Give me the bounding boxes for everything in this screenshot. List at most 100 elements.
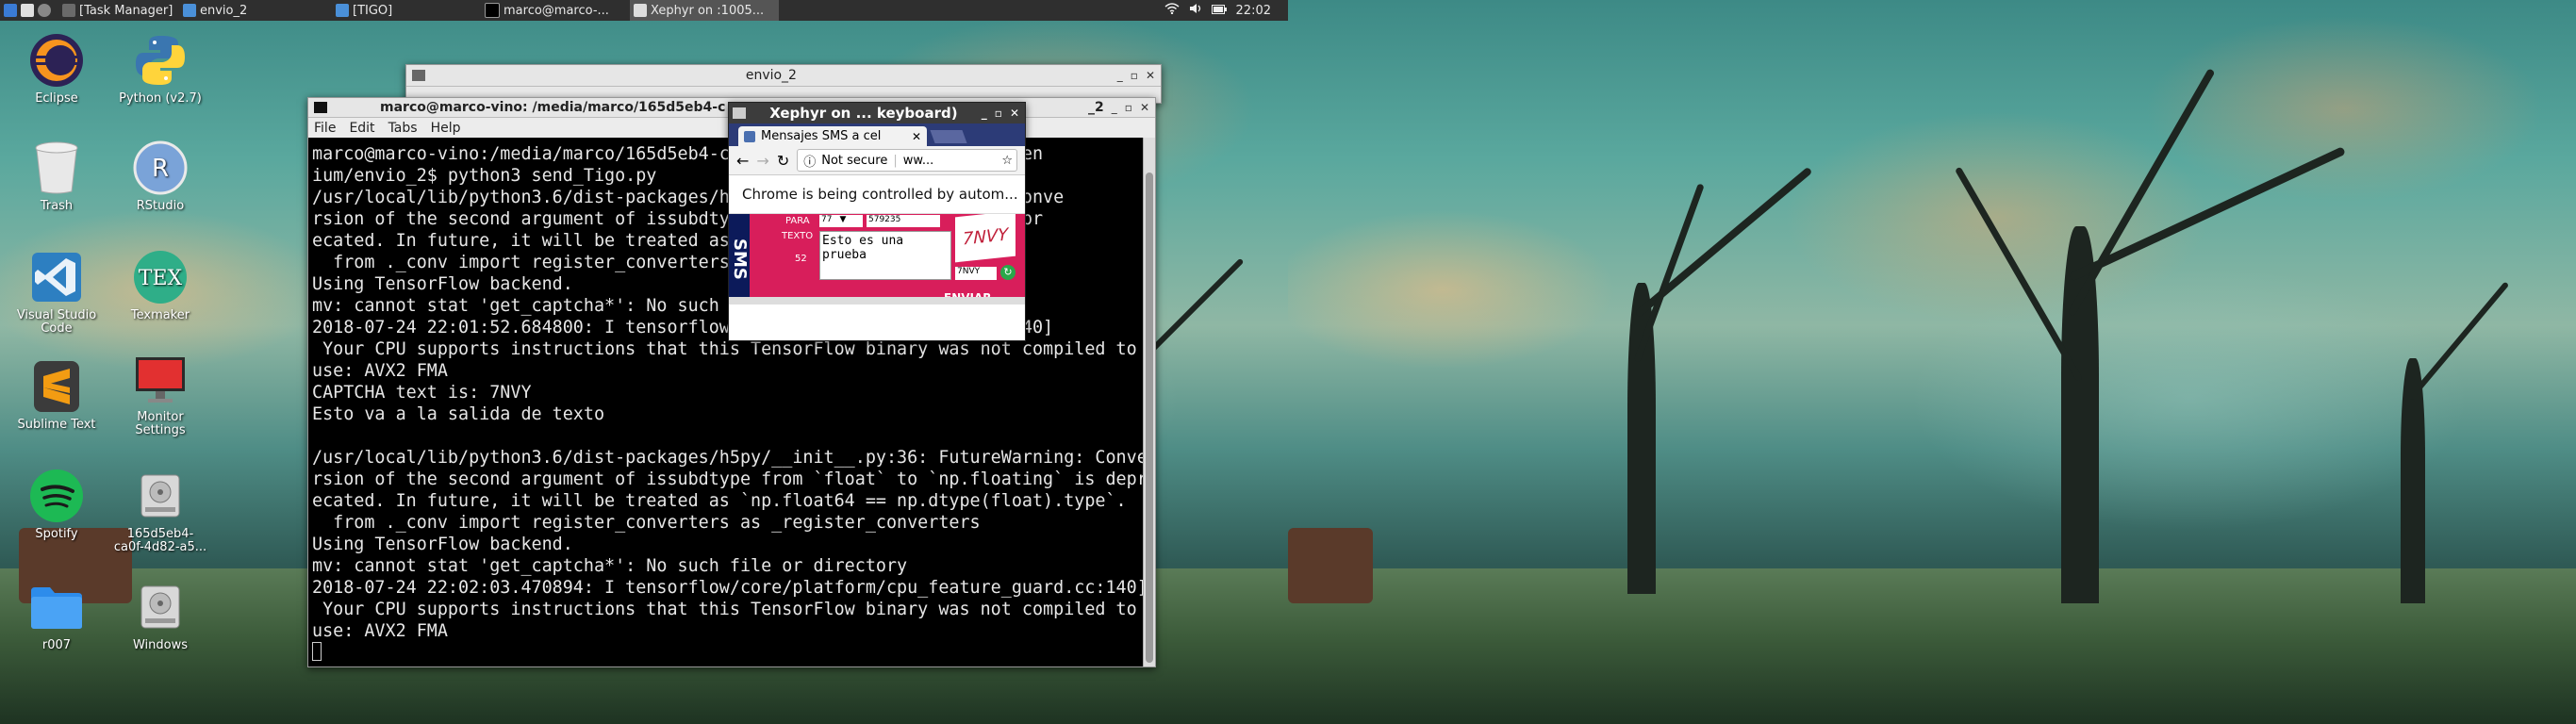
terminal-cursor (312, 642, 322, 661)
url-text: ww... (902, 153, 934, 168)
taskbar-item-envio2[interactable]: envio_2 (179, 0, 332, 21)
desktop-icon-label: Spotify (35, 527, 78, 541)
close-button[interactable]: ✕ (1146, 69, 1155, 82)
chevron-down-icon: ▼ (839, 215, 847, 224)
taskbar-item-tigo[interactable]: [TIGO] (332, 0, 481, 21)
taskbar-item-terminal[interactable]: marco@marco-... (481, 0, 630, 21)
maximize-button[interactable]: ▫ (1125, 101, 1132, 114)
taskbar-item-label: Xephyr on :1005... (651, 3, 765, 18)
browser-tab[interactable]: Mensajes SMS a cel ✕ (738, 126, 927, 146)
menu-edit[interactable]: Edit (349, 121, 374, 136)
desktop-icon-python[interactable]: Python (v2.7) (113, 32, 207, 106)
close-tab-icon[interactable]: ✕ (912, 130, 921, 143)
terminal-line: use: AVX2 FMA (312, 361, 448, 381)
close-button[interactable]: ✕ (1140, 101, 1149, 114)
minimize-button[interactable]: _ (982, 107, 987, 120)
minimize-button[interactable]: _ (1112, 101, 1117, 114)
start-menu-button[interactable] (0, 0, 58, 21)
page-favicon (744, 130, 755, 142)
texto-label: TEXTO (782, 231, 814, 241)
horizontal-scrollbar[interactable] (729, 297, 1025, 304)
forward-arrow-icon[interactable]: → (756, 152, 768, 170)
taskbar-item-task-manager[interactable]: [Task Manager] (58, 0, 179, 21)
new-tab-button[interactable] (930, 130, 967, 143)
browser-tab-label: Mensajes SMS a cel (761, 129, 882, 143)
svg-text:R: R (152, 155, 169, 183)
window-title-suffix: _2 (1088, 100, 1104, 115)
info-icon[interactable]: ⓘ (803, 152, 816, 170)
terminal-line: ecated. In future, it will be treated as… (312, 491, 1127, 511)
clock[interactable]: 22:02 (1236, 4, 1271, 18)
desktop-icon-vscode[interactable]: Visual Studio Code (9, 249, 104, 336)
wifi-icon[interactable] (1164, 3, 1180, 18)
window-menu-icon[interactable] (412, 70, 425, 81)
phone-number-input[interactable]: 579235 (867, 215, 940, 227)
desktop-icon-windows[interactable]: Windows (113, 579, 207, 652)
minimize-button[interactable]: _ (1117, 69, 1123, 82)
spotify-icon (28, 468, 85, 524)
sms-form: SMS PARA TEXTO 52 77 ▼ 579235 Esto es una… (729, 214, 1025, 304)
maximize-button[interactable]: ▫ (995, 107, 1002, 120)
desktop-icon-trash[interactable]: Trash (9, 140, 104, 213)
eclipse-icon (28, 32, 85, 89)
taskbar-item-label: marco@marco-... (504, 3, 609, 18)
maximize-button[interactable]: ▫ (1131, 69, 1138, 82)
window-titlebar[interactable]: envio_2 _ ▫ ✕ (406, 65, 1161, 87)
message-textarea[interactable]: Esto es una prueba (819, 231, 951, 280)
close-button[interactable]: ✕ (1010, 107, 1019, 120)
automation-infobar: Chrome is being controlled by autom... (729, 175, 1025, 214)
refresh-captcha-icon[interactable]: ↻ (1000, 265, 1016, 280)
desktop-icon-texmaker[interactable]: TEX Texmaker (113, 249, 207, 322)
desktop-icon-monitor-settings[interactable]: Monitor Settings (113, 351, 207, 437)
drive-icon (132, 468, 189, 524)
desktop-icon-label: Texmaker (130, 308, 190, 322)
desktop-icon-label: Monitor Settings (135, 410, 186, 437)
desktop-icon-label: Visual Studio Code (16, 308, 97, 336)
desktop-icon-r007[interactable]: r007 (9, 579, 104, 652)
folder-icon (336, 4, 349, 17)
infobar-text: Chrome is being controlled by autom... (742, 186, 1018, 203)
window-menu-icon[interactable] (733, 107, 746, 119)
captcha-input[interactable]: 7NVY (955, 267, 997, 280)
taskbar-item-xephyr[interactable]: Xephyr on :1005... (630, 0, 779, 21)
back-arrow-icon[interactable]: ← (736, 152, 749, 170)
app-launcher-icon (21, 4, 34, 17)
terminal-line: 2018-07-24 22:02:03.470894: I tensorflow… (312, 578, 1144, 598)
terminal-line: /usr/local/lib/python3.6/dist-packages/h… (312, 448, 1144, 468)
desktop-icon-label: Trash (40, 199, 74, 213)
terminal-line: rsion of the second argument of issubdty… (312, 469, 1144, 489)
prefix-select[interactable]: 77 ▼ (819, 215, 863, 227)
desktop-icon-spotify[interactable]: Spotify (9, 468, 104, 541)
scrollbar-thumb[interactable] (1146, 173, 1153, 663)
phone-number-value: 579235 (868, 215, 901, 224)
captcha-input-value: 7NVY (957, 267, 981, 276)
taskbar-item-label: [Task Manager] (79, 3, 173, 18)
task-manager-icon (62, 4, 75, 17)
char-count: 52 (795, 254, 807, 264)
desktop-icon-drive-165d5eb4[interactable]: 165d5eb4-ca0f-4d82-a5... (113, 468, 207, 554)
desktop-icon-rstudio[interactable]: R RStudio (113, 140, 207, 213)
battery-icon[interactable] (1211, 4, 1227, 18)
desktop-icon-sublime[interactable]: Sublime Text (9, 358, 104, 432)
volume-icon[interactable] (1189, 3, 1202, 18)
terminal-line: Esto va a la salida de texto (312, 404, 605, 424)
terminal-line: Your CPU supports instructions that this… (312, 339, 1137, 359)
menu-help[interactable]: Help (431, 121, 461, 136)
prefix-value: 77 (821, 215, 833, 224)
message-text: Esto es una prueba (822, 234, 904, 262)
captcha-image: 7NVY (955, 214, 1016, 263)
terminal-scrollbar[interactable] (1143, 138, 1155, 666)
menu-file[interactable]: File (314, 121, 336, 136)
window-xephyr[interactable]: Xephyr on ... keyboard) _ ▫ ✕ Mensajes S… (728, 102, 1026, 341)
terminal-icon (314, 102, 327, 113)
address-bar[interactable]: ⓘ Not secure | ww... ☆ (797, 149, 1017, 172)
page-side-logo: SMS (729, 214, 750, 304)
window-titlebar[interactable]: Xephyr on ... keyboard) _ ▫ ✕ (729, 103, 1025, 123)
menu-tabs[interactable]: Tabs (388, 121, 418, 136)
reload-icon[interactable]: ↻ (777, 152, 789, 170)
desktop-icon-eclipse[interactable]: Eclipse (9, 32, 104, 106)
window-title: envio_2 (745, 68, 797, 83)
captcha-text: 7NVY (962, 223, 1009, 250)
bookmark-star-icon[interactable]: ☆ (1001, 154, 1013, 168)
